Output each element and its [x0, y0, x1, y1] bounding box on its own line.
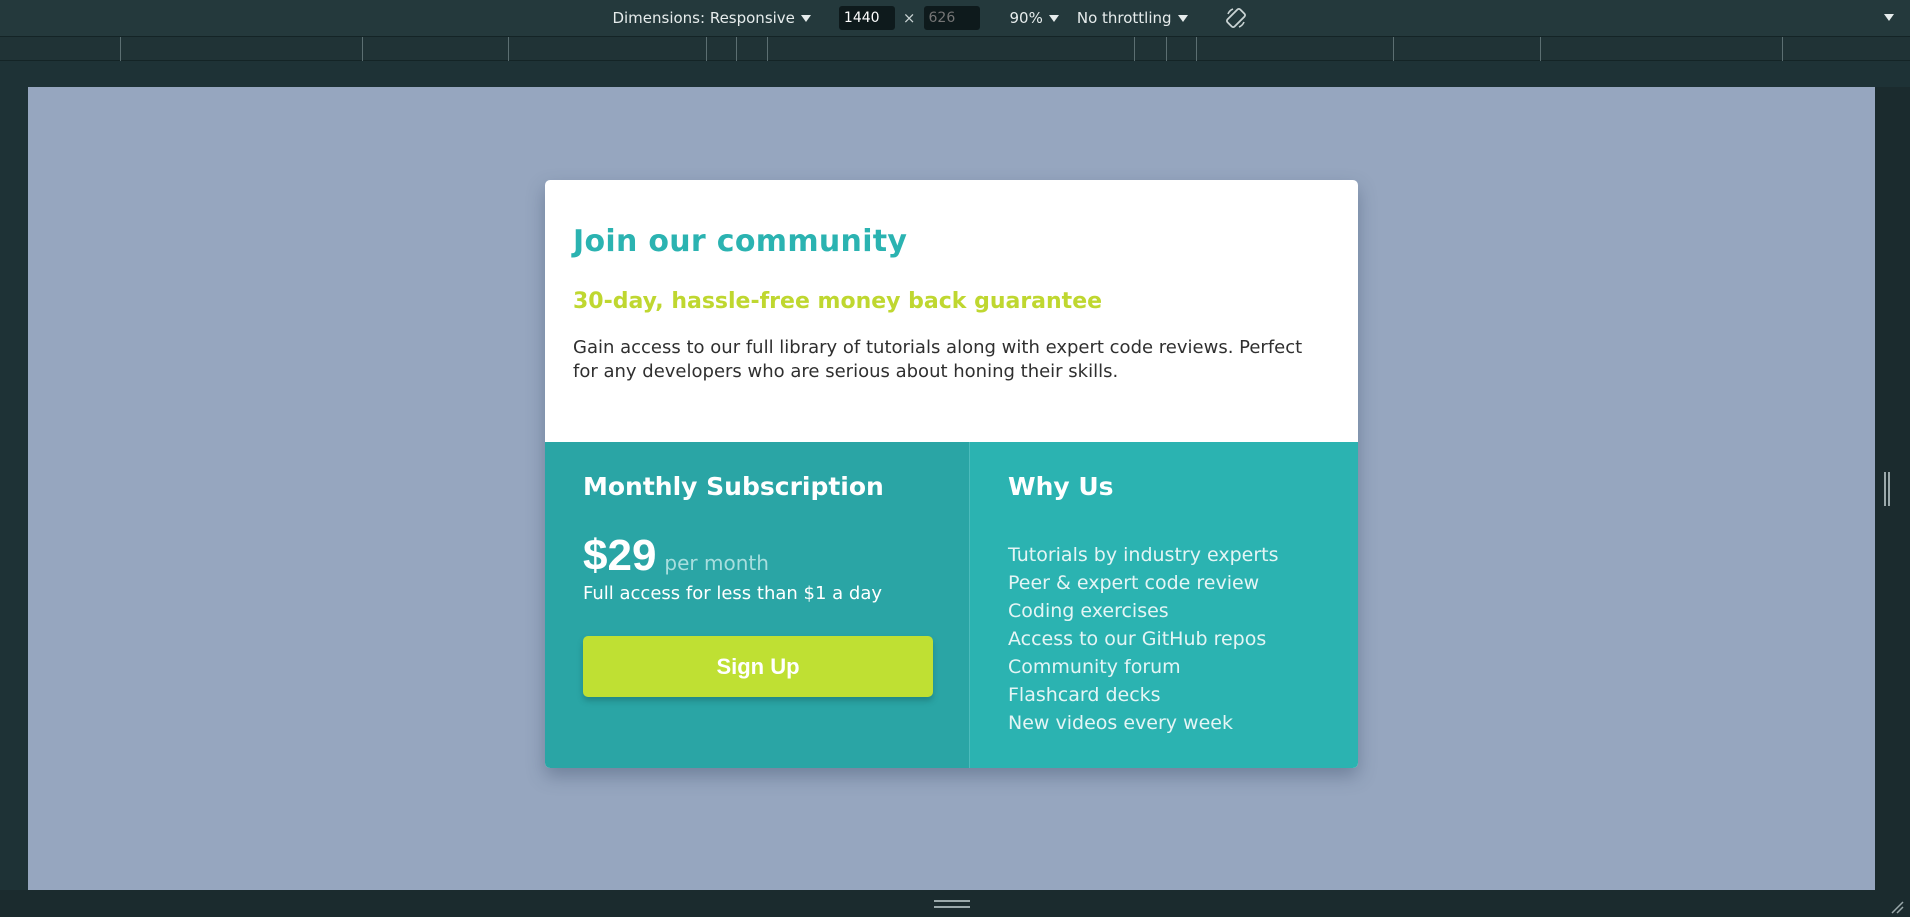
why-us-title: Why Us: [1008, 472, 1114, 501]
chevron-down-icon: [1048, 14, 1059, 22]
dimensions-dropdown[interactable]: Dimensions: Responsive: [612, 9, 811, 27]
subscription-title: Monthly Subscription: [583, 472, 884, 501]
media-query-marker[interactable]: [706, 37, 707, 61]
horizontal-resize-handle[interactable]: [934, 900, 970, 908]
access-note: Full access for less than $1 a day: [583, 583, 883, 604]
list-item: New videos every week: [1008, 712, 1233, 734]
list-item: Flashcard decks: [1008, 684, 1161, 706]
device-toolbar-controls: Dimensions: Responsive × 90% No throttli…: [612, 6, 1247, 30]
media-query-marker[interactable]: [1540, 37, 1541, 61]
zoom-label: 90%: [1009, 9, 1043, 27]
list-item: Peer & expert code review: [1008, 572, 1260, 594]
list-item: Community forum: [1008, 656, 1181, 678]
media-query-marker[interactable]: [736, 37, 737, 61]
media-query-marker[interactable]: [362, 37, 363, 61]
sign-up-button[interactable]: Sign Up: [583, 636, 933, 697]
why-us-panel: Why Us Tutorials by industry experts Pee…: [970, 442, 1358, 768]
chevron-down-icon: [1177, 14, 1188, 22]
card-bottom-section: Monthly Subscription $29 per month Full …: [545, 442, 1358, 768]
more-options-chevron-icon[interactable]: [1884, 14, 1894, 21]
media-query-marker[interactable]: [120, 37, 121, 61]
media-query-marker[interactable]: [1196, 37, 1197, 61]
media-query-marker[interactable]: [1393, 37, 1394, 61]
rotate-icon[interactable]: [1224, 6, 1248, 30]
times-symbol: ×: [902, 9, 916, 27]
width-input[interactable]: [838, 6, 895, 30]
list-item: Access to our GitHub repos: [1008, 628, 1267, 650]
list-item: Tutorials by industry experts: [1008, 544, 1279, 566]
corner-resize-icon[interactable]: [1890, 899, 1904, 914]
price-period: per month: [664, 551, 769, 575]
media-query-marker[interactable]: [1782, 37, 1783, 61]
price-amount: $29: [583, 531, 657, 580]
zoom-dropdown[interactable]: 90%: [1010, 9, 1059, 27]
list-item: Coding exercises: [1008, 600, 1169, 622]
price-row: $29 per month: [583, 531, 931, 581]
chevron-down-icon: [800, 14, 811, 22]
throttling-dropdown[interactable]: No throttling: [1077, 9, 1188, 27]
subscription-panel: Monthly Subscription $29 per month Full …: [545, 442, 970, 768]
media-query-marker[interactable]: [1134, 37, 1135, 61]
media-query-bar: [0, 37, 1910, 61]
card-header-section: Join our community 30-day, hassle-free m…: [545, 180, 1358, 442]
right-resize-gutter: [1875, 87, 1910, 890]
media-query-marker[interactable]: [1166, 37, 1167, 61]
card-description: Gain access to our full library of tutor…: [573, 337, 1303, 382]
card-title: Join our community: [573, 224, 908, 259]
vertical-resize-handle[interactable]: [1884, 472, 1890, 506]
device-toolbar: Dimensions: Responsive × 90% No throttli…: [0, 0, 1910, 37]
height-input[interactable]: [923, 6, 980, 30]
why-us-list: Tutorials by industry experts Peer & exp…: [1008, 541, 1320, 737]
dimensions-inputs: ×: [838, 6, 980, 30]
pricing-card: Join our community 30-day, hassle-free m…: [545, 180, 1358, 768]
media-query-marker[interactable]: [508, 37, 509, 61]
throttling-label: No throttling: [1076, 9, 1172, 27]
dimensions-label: Dimensions: Responsive: [612, 9, 795, 27]
guarantee-subtitle: 30-day, hassle-free money back guarantee: [573, 289, 1103, 314]
media-query-marker[interactable]: [767, 37, 768, 61]
